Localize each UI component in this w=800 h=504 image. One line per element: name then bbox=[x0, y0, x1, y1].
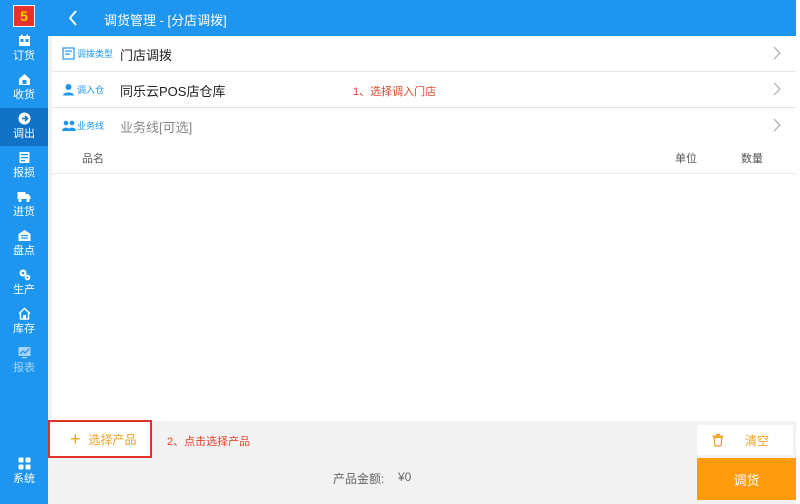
sidebar-item-purchase[interactable]: 进货 bbox=[0, 186, 48, 224]
sidebar-item-label: 系统 bbox=[13, 473, 35, 485]
footer: 产品金额: ¥0 bbox=[52, 458, 796, 504]
column-header-quantity: 数量 bbox=[741, 153, 763, 165]
warehouse-check-icon bbox=[17, 228, 31, 242]
sidebar-nav: 5 订货 收货 调出 报损 进货 盘点 生产 库存 报表 系统 bbox=[0, 0, 48, 504]
sidebar-item-label: 库存 bbox=[13, 323, 35, 335]
window-edge bbox=[796, 0, 800, 504]
clear-button[interactable]: 清空 bbox=[697, 425, 793, 455]
gears-icon bbox=[17, 267, 31, 281]
house-box-icon bbox=[17, 72, 31, 86]
trash-icon bbox=[712, 433, 724, 447]
app-logo: 5 bbox=[13, 5, 35, 27]
report-icon bbox=[17, 345, 31, 359]
page-title: 调货管理 - [分店调拨] bbox=[104, 13, 227, 28]
chevron-left-icon bbox=[68, 10, 77, 26]
transfer-type-row[interactable]: 调拨类型 门店调拨 bbox=[52, 36, 796, 72]
truck-icon bbox=[17, 189, 31, 203]
home-stock-icon bbox=[17, 306, 31, 320]
sidebar-item-production[interactable]: 生产 bbox=[0, 264, 48, 302]
sidebar-item-order[interactable]: 订货 bbox=[0, 30, 48, 68]
form-icon bbox=[62, 47, 75, 60]
transfer-out-icon bbox=[17, 111, 31, 125]
sidebar-item-system[interactable]: 系统 bbox=[0, 453, 48, 491]
sidebar-item-reports[interactable]: 报表 bbox=[0, 342, 48, 380]
group-icon bbox=[62, 119, 76, 132]
sidebar-item-label: 收货 bbox=[13, 89, 35, 101]
calendar-icon bbox=[17, 33, 31, 47]
chevron-right-icon bbox=[773, 82, 781, 96]
top-bar: 调货管理 - [分店调拨] bbox=[48, 0, 796, 36]
sidebar-item-transfer-out[interactable]: 调出 bbox=[0, 108, 48, 146]
sidebar-item-label: 生产 bbox=[13, 284, 35, 296]
column-header-unit: 单位 bbox=[675, 153, 697, 165]
transfer-type-value: 门店调拨 bbox=[120, 48, 173, 63]
action-strip: 2、点击选择产品 bbox=[52, 421, 796, 458]
clear-label: 清空 bbox=[745, 433, 770, 448]
plus-icon: + bbox=[70, 429, 81, 449]
sidebar-item-damage[interactable]: 报损 bbox=[0, 147, 48, 185]
product-table: 品名 单位 数量 bbox=[52, 143, 796, 421]
hint-select-store: 1、选择调入门店 bbox=[353, 86, 437, 98]
sidebar-item-label: 订货 bbox=[13, 50, 35, 62]
column-header-name: 品名 bbox=[82, 153, 104, 165]
transfer-submit-button[interactable]: 调货 bbox=[697, 458, 796, 500]
sidebar-item-stocktake[interactable]: 盘点 bbox=[0, 225, 48, 263]
sidebar-item-label: 报损 bbox=[13, 167, 35, 179]
target-warehouse-label: 调入仓 bbox=[77, 85, 105, 95]
select-product-label: 选择产品 bbox=[88, 432, 137, 447]
sidebar-item-label: 调出 bbox=[13, 128, 35, 140]
back-button[interactable] bbox=[64, 8, 84, 28]
sidebar-item-label: 进货 bbox=[13, 206, 35, 218]
table-header: 品名 单位 数量 bbox=[52, 143, 796, 174]
transfer-form: 调拨类型 门店调拨 调入仓 同乐云POS店仓库 1、选择调入门店 业务线 业务线… bbox=[52, 36, 796, 144]
amount-value: ¥0 bbox=[398, 470, 412, 484]
business-line-value: 业务线[可选] bbox=[120, 120, 193, 135]
target-warehouse-value: 同乐云POS店仓库 bbox=[120, 84, 226, 99]
sidebar-item-label: 盘点 bbox=[13, 245, 35, 257]
amount-label: 产品金额: bbox=[333, 472, 385, 486]
grid-icon bbox=[17, 456, 31, 470]
business-line-row[interactable]: 业务线 业务线[可选] bbox=[52, 108, 796, 144]
transfer-type-label: 调拨类型 bbox=[77, 49, 114, 59]
chevron-right-icon bbox=[773, 46, 781, 60]
business-line-label: 业务线 bbox=[77, 121, 105, 131]
target-warehouse-row[interactable]: 调入仓 同乐云POS店仓库 1、选择调入门店 bbox=[52, 72, 796, 108]
sidebar-item-receive[interactable]: 收货 bbox=[0, 69, 48, 107]
sidebar-item-inventory[interactable]: 库存 bbox=[0, 303, 48, 341]
select-product-button[interactable]: + 选择产品 bbox=[48, 420, 152, 458]
damage-report-icon bbox=[17, 150, 31, 164]
sidebar-item-label: 报表 bbox=[13, 362, 35, 374]
chevron-right-icon bbox=[773, 118, 781, 132]
user-icon bbox=[62, 83, 75, 96]
hint-select-product: 2、点击选择产品 bbox=[167, 436, 251, 448]
